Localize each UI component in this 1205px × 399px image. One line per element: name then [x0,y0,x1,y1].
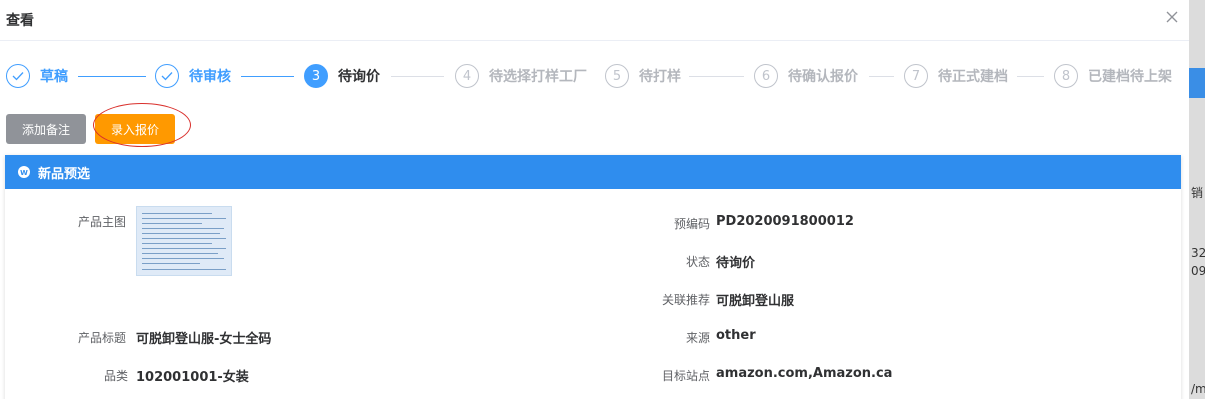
related-label: 关联推荐 [662,293,711,307]
status-value: 待询价 [716,256,756,271]
title-label: 产品标题 [78,331,127,345]
add-remark-button[interactable]: 添加备注 [6,114,86,144]
site-value: amazon.com,Amazon.ca [716,366,893,381]
panel-header: W 新品预选 [5,155,1181,189]
dialog-header: 查看 [0,0,1189,41]
check-icon [155,64,179,88]
site-label: 目标站点 [662,369,711,383]
step-formal-archive: 7 待正式建档 [904,60,1008,92]
precode-label: 预编码 [674,217,711,231]
step-label: 待打样 [639,69,681,85]
status-label: 状态 [686,255,711,269]
new-product-preselect-panel: W 新品预选 [5,155,1181,399]
step-connector [869,76,894,77]
main-image-label: 产品主图 [78,215,127,229]
panel-title: 新品预选 [38,166,91,182]
background-text: 32 [1191,246,1205,260]
step-number: 3 [304,64,328,88]
step-confirm-quote: 6 待确认报价 [754,60,858,92]
check-icon [6,64,30,88]
step-inquiry: 3 待询价 [304,60,380,92]
step-number: 8 [1054,64,1078,88]
wordpress-icon: W [18,166,30,178]
step-label: 草稿 [40,69,68,85]
product-main-image[interactable] [136,206,232,276]
background-text: 09 [1191,264,1205,278]
precode-value: PD2020091800012 [716,214,854,229]
step-connector [241,76,294,77]
step-label: 待选择打样工厂 [489,69,587,85]
background-page: 销日 32 09 /m/看 [1189,0,1205,399]
svg-text:W: W [20,169,28,176]
dialog-title: 查看 [6,13,34,29]
close-icon[interactable] [1161,6,1183,28]
step-number: 5 [605,64,629,88]
step-label: 待确认报价 [788,69,858,85]
step-connector [391,76,444,77]
title-value: 可脱卸登山服-女士全码 [136,332,272,347]
step-label: 已建档待上架 [1088,69,1172,85]
step-label: 待询价 [338,69,380,85]
step-number: 6 [754,64,778,88]
step-review: 待审核 [155,60,231,92]
step-sampling: 5 待打样 [605,60,681,92]
step-archived-pending-listing: 8 已建档待上架 [1054,60,1172,92]
background-text: /m/看 [1191,382,1205,396]
related-value: 可脱卸登山服 [716,294,795,309]
step-number: 7 [904,64,928,88]
source-value: other [716,328,756,343]
category-label: 品类 [104,369,129,383]
step-connector [1017,76,1044,77]
step-select-factory: 4 待选择打样工厂 [455,60,587,92]
step-label: 待审核 [189,69,231,85]
source-label: 来源 [686,331,711,345]
step-label: 待正式建档 [938,69,1008,85]
progress-steps: 草稿 待审核 3 待询价 4 待选择打样工厂 5 待打样 6 待确认报价 7 待… [0,60,1189,92]
view-dialog: 查看 草稿 待审核 3 待询价 4 待选择打样工厂 5 待打样 6 待确认报价 … [0,0,1189,399]
background-text: 销日 [1191,186,1205,200]
step-connector [689,76,744,77]
step-connector [78,76,146,77]
category-value: 102001001-女装 [136,370,249,385]
annotation-circle [93,103,191,147]
background-button [1189,68,1205,98]
step-number: 4 [455,64,479,88]
step-draft: 草稿 [6,60,68,92]
